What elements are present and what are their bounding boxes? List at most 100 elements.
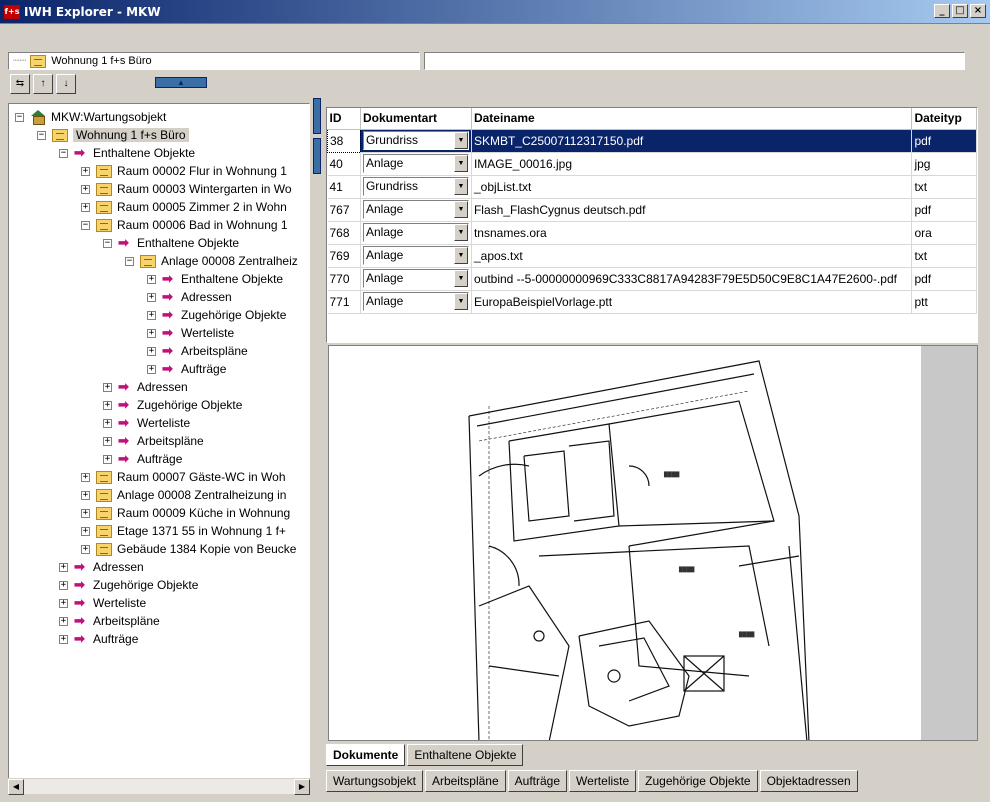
id-cell[interactable]: 767 <box>327 198 361 222</box>
dropdown-arrow-icon[interactable]: ▼ <box>453 247 468 264</box>
expand-icon[interactable]: + <box>147 274 156 284</box>
filetype-cell[interactable]: txt <box>911 175 977 199</box>
path-field[interactable]: ┈┈ Wohnung 1 f+s Büro <box>8 52 420 70</box>
doctype-cell[interactable]: Anlage ▼ <box>360 267 472 291</box>
dropdown-arrow-icon[interactable]: ▼ <box>453 132 468 149</box>
id-cell[interactable]: 771 <box>327 290 361 314</box>
expand-icon[interactable]: + <box>103 436 112 446</box>
dropdown-arrow-icon[interactable]: ▼ <box>453 178 468 195</box>
tree-node[interactable]: + Raum 00002 Flur in Wohnung 1 <box>81 162 287 180</box>
expand-icon[interactable]: + <box>147 292 156 302</box>
tree-node[interactable]: + ➡ Adressen <box>147 288 232 306</box>
dropdown-arrow-icon[interactable]: ▼ <box>453 270 468 287</box>
doctype-cell[interactable]: Anlage ▼ <box>360 221 472 245</box>
tree-node[interactable]: + ➡ Arbeitspläne <box>103 432 204 450</box>
tree-node[interactable]: + ➡ Arbeitspläne <box>59 612 160 630</box>
expand-icon[interactable]: + <box>147 328 156 338</box>
filename-cell[interactable]: SKMBT_C25007112317150.pdf <box>471 129 913 153</box>
tree-node[interactable]: + Etage 1371 55 in Wohnung 1 f+ <box>81 522 286 540</box>
doctype-select[interactable]: Anlage ▼ <box>362 223 469 242</box>
tree-node[interactable]: + Raum 00003 Wintergarten in Wo <box>81 180 292 198</box>
tree-node[interactable]: + ➡ Werteliste <box>59 594 146 612</box>
id-cell[interactable]: 768 <box>327 221 361 245</box>
expand-icon[interactable]: + <box>81 526 90 536</box>
expand-icon[interactable]: + <box>59 634 68 644</box>
collapse-toggle[interactable]: ▲ <box>155 77 207 88</box>
tree-node[interactable]: − Anlage 00008 Zentralheiz <box>125 252 298 270</box>
id-cell[interactable]: 41 <box>327 175 361 199</box>
filetype-cell[interactable]: ptt <box>911 290 977 314</box>
tree-node[interactable]: + Raum 00009 Küche in Wohnung <box>81 504 290 522</box>
close-button[interactable]: × <box>970 4 986 18</box>
maximize-button[interactable]: □ <box>952 4 968 18</box>
sort-toggle-button[interactable]: ⇆ <box>10 74 30 94</box>
id-cell[interactable]: 40 <box>327 152 361 176</box>
filename-cell[interactable]: _objList.txt <box>471 175 913 199</box>
id-cell[interactable]: 770 <box>327 267 361 291</box>
splitter-handle[interactable] <box>313 98 321 134</box>
minimize-button[interactable]: _ <box>934 4 950 18</box>
filename-cell[interactable]: EuropaBeispielVorlage.ptt <box>471 290 913 314</box>
filetype-cell[interactable]: pdf <box>911 129 977 153</box>
tree-horizontal-scrollbar[interactable]: ◀ ▶ <box>8 778 310 795</box>
expand-icon[interactable]: + <box>81 166 90 176</box>
tree-node[interactable]: + ➡ Adressen <box>59 558 144 576</box>
dropdown-arrow-icon[interactable]: ▼ <box>453 155 468 172</box>
tree-node[interactable]: + ➡ Aufträge <box>59 630 138 648</box>
tab-zugehörige-objekte[interactable]: Zugehörige Objekte <box>638 770 758 792</box>
filename-cell[interactable]: _apos.txt <box>471 244 913 268</box>
secondary-path-field[interactable] <box>424 52 965 70</box>
doctype-select[interactable]: Anlage ▼ <box>362 292 469 311</box>
expand-icon[interactable]: + <box>59 562 68 572</box>
filetype-cell[interactable]: pdf <box>911 198 977 222</box>
filetype-cell[interactable]: ora <box>911 221 977 245</box>
expand-icon[interactable]: + <box>81 472 90 482</box>
doctype-cell[interactable]: Anlage ▼ <box>360 152 472 176</box>
tab-arbeitspläne[interactable]: Arbeitspläne <box>424 770 506 792</box>
doctype-select[interactable]: Anlage ▼ <box>362 154 469 173</box>
doctype-cell[interactable]: Anlage ▼ <box>360 290 472 314</box>
tab-objektadressen[interactable]: Objektadressen <box>759 770 858 792</box>
filename-cell[interactable]: Flash_FlashCygnus deutsch.pdf <box>471 198 913 222</box>
expand-icon[interactable]: + <box>147 310 156 320</box>
id-cell[interactable]: 38 <box>327 128 361 153</box>
tree-node[interactable]: + Anlage 00008 Zentralheizung in <box>81 486 286 504</box>
collapse-icon[interactable]: − <box>59 148 68 158</box>
doctype-select[interactable]: Anlage ▼ <box>362 269 469 288</box>
tab-dokumente[interactable]: Dokumente <box>326 744 406 766</box>
tree-node[interactable]: + ➡ Arbeitspläne <box>147 342 248 360</box>
expand-icon[interactable]: + <box>59 580 68 590</box>
collapse-icon[interactable]: − <box>81 220 90 230</box>
tree-node[interactable]: + Raum 00007 Gäste-WC in Woh <box>81 468 286 486</box>
expand-icon[interactable]: + <box>103 400 112 410</box>
tree-node[interactable]: + ➡ Aufträge <box>103 450 182 468</box>
table-row[interactable]: 768 Anlage ▼ tnsnames.ora ora <box>327 221 977 245</box>
doctype-cell[interactable]: Anlage ▼ <box>360 198 472 222</box>
tree-node[interactable]: + Raum 00005 Zimmer 2 in Wohn <box>81 198 287 216</box>
column-header[interactable]: Dokumentart <box>360 108 472 130</box>
column-header[interactable]: Dateityp <box>911 108 977 130</box>
table-row[interactable]: 38 Grundriss ▼ SKMBT_C25007112317150.pdf pdf <box>327 128 977 153</box>
expand-icon[interactable]: + <box>81 544 90 554</box>
expand-icon[interactable]: + <box>103 418 112 428</box>
column-header[interactable]: ID <box>327 108 361 130</box>
table-row[interactable]: 767 Anlage ▼ Flash_FlashCygnus deutsch.pdf p… <box>327 198 977 222</box>
expand-icon[interactable]: + <box>147 364 156 374</box>
id-cell[interactable]: 769 <box>327 244 361 268</box>
tree-node[interactable]: + ➡ Werteliste <box>147 324 234 342</box>
tree-node[interactable]: + Gebäude 1384 Kopie von Beucke <box>81 540 296 558</box>
expand-icon[interactable]: + <box>147 346 156 356</box>
doctype-cell[interactable]: Grundriss ▼ <box>360 175 472 199</box>
move-up-button[interactable]: ↑ <box>33 74 53 94</box>
doctype-cell[interactable]: Anlage ▼ <box>360 244 472 268</box>
expand-icon[interactable]: + <box>103 454 112 464</box>
scroll-left-icon[interactable]: ◀ <box>8 779 24 795</box>
dropdown-arrow-icon[interactable]: ▼ <box>453 293 468 310</box>
tree-node[interactable]: + ➡ Zugehörige Objekte <box>59 576 198 594</box>
expand-icon[interactable]: + <box>81 508 90 518</box>
table-row[interactable]: 40 Anlage ▼ IMAGE_00016.jpg jpg <box>327 152 977 176</box>
collapse-icon[interactable]: − <box>125 256 134 266</box>
collapse-icon[interactable]: − <box>15 112 24 122</box>
tree-node[interactable]: + ➡ Aufträge <box>147 360 226 378</box>
splitter-handle[interactable] <box>313 138 321 174</box>
